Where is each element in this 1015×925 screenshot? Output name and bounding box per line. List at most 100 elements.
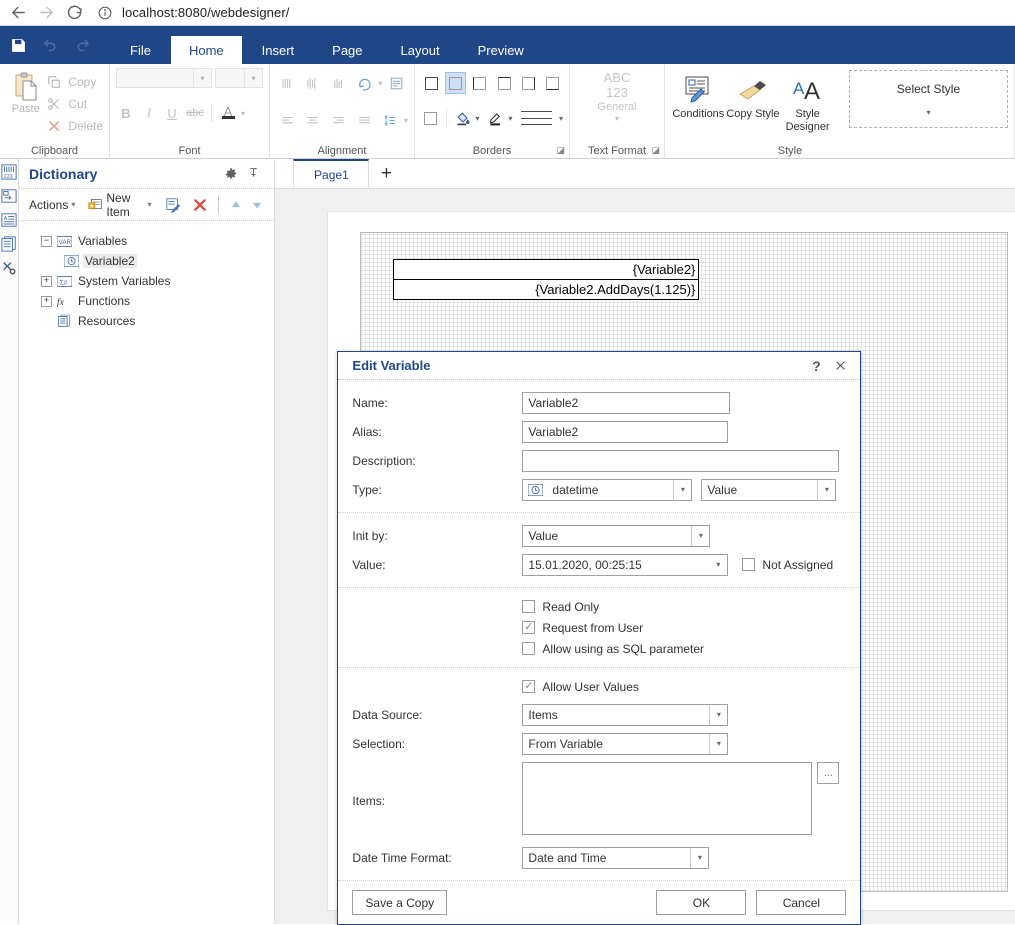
- border-color-button[interactable]: [486, 107, 505, 129]
- expander-expand-icon[interactable]: +: [41, 275, 52, 287]
- align-center-button[interactable]: [302, 109, 325, 131]
- select-style-gallery[interactable]: Select Style ▾: [848, 70, 1008, 128]
- expander-collapse-icon[interactable]: −: [41, 235, 52, 247]
- strikethrough-button[interactable]: abc: [185, 103, 205, 123]
- alias-input[interactable]: Variable2: [522, 420, 729, 443]
- font-color-button[interactable]: A: [218, 103, 238, 123]
- selection-select[interactable]: From Variable ▾: [522, 732, 729, 755]
- add-page-button[interactable]: +: [369, 159, 403, 188]
- style-designer-button[interactable]: AA Style Designer: [780, 70, 835, 133]
- ribbon-tab-layout[interactable]: Layout: [383, 36, 458, 64]
- text-rotation-button[interactable]: [353, 72, 376, 94]
- font-name-combo[interactable]: ▾: [116, 68, 212, 88]
- page-tab-page1[interactable]: Page1: [293, 159, 370, 188]
- chevron-down-icon[interactable]: ▾: [691, 525, 709, 546]
- question-mark-icon[interactable]: ?: [804, 354, 828, 378]
- underline-button[interactable]: U: [162, 103, 182, 123]
- delete-button[interactable]: Delete: [45, 117, 103, 135]
- tree-node-variable2[interactable]: Variable2: [41, 251, 274, 271]
- site-info-icon[interactable]: [96, 4, 114, 22]
- chevron-down-icon[interactable]: ▾: [559, 114, 563, 123]
- align-top-button[interactable]: [276, 72, 299, 94]
- edit-icon[interactable]: [165, 196, 181, 214]
- pin-icon[interactable]: [242, 163, 264, 185]
- request-from-user-checkbox[interactable]: ✓: [522, 621, 536, 634]
- chevron-down-icon[interactable]: ▾: [709, 733, 727, 754]
- border-style-button[interactable]: [520, 111, 552, 125]
- tree-node-resources[interactable]: Resources: [41, 311, 274, 331]
- ribbon-tab-insert[interactable]: Insert: [244, 36, 313, 64]
- ribbon-tab-page[interactable]: Page: [314, 36, 380, 64]
- border-all-button[interactable]: [421, 72, 442, 94]
- close-x-icon[interactable]: [828, 354, 852, 378]
- allow-sql-checkbox-row[interactable]: Allow using as SQL parameter: [522, 638, 846, 659]
- align-middle-button[interactable]: [302, 72, 325, 94]
- browser-forward-button[interactable]: [32, 1, 60, 25]
- cancel-button[interactable]: Cancel: [756, 890, 847, 915]
- align-bottom-button[interactable]: [327, 72, 350, 94]
- not-assigned-checkbox[interactable]: [742, 558, 756, 571]
- report-tree-icon[interactable]: [0, 187, 18, 205]
- gear-icon[interactable]: [220, 163, 242, 185]
- items-browse-button[interactable]: ...: [817, 762, 840, 784]
- chevron-down-icon[interactable]: ▾: [378, 79, 382, 88]
- actions-menu-button[interactable]: Actions ▾: [29, 198, 75, 212]
- data-source-select[interactable]: Items ▾: [522, 703, 729, 726]
- save-button[interactable]: [2, 26, 34, 64]
- chevron-down-icon[interactable]: ▾: [673, 479, 691, 500]
- properties-icon[interactable]: A: [0, 211, 18, 229]
- border-top-button[interactable]: [494, 72, 515, 94]
- ribbon-tab-file[interactable]: File: [112, 36, 169, 64]
- borders-dialog-launcher[interactable]: ◪: [556, 145, 565, 156]
- delete-x-icon[interactable]: [192, 196, 208, 214]
- allow-user-values-checkbox-row[interactable]: ✓ Allow User Values: [522, 676, 846, 697]
- allow-user-values-checkbox[interactable]: ✓: [522, 680, 536, 693]
- text-wrap-button[interactable]: [385, 72, 408, 94]
- chevron-down-icon[interactable]: ▾: [475, 114, 479, 123]
- name-input[interactable]: Variable2: [522, 391, 731, 414]
- border-left-button[interactable]: [469, 72, 490, 94]
- undo-button[interactable]: [34, 26, 66, 64]
- align-right-button[interactable]: [327, 109, 350, 131]
- cut-button[interactable]: Cut: [45, 95, 103, 113]
- chevron-down-icon[interactable]: ▾: [404, 116, 408, 125]
- value-datetime-picker[interactable]: 15.01.2020, 00:25:15 ▾: [522, 553, 729, 576]
- chevron-down-icon[interactable]: ▾: [709, 555, 727, 575]
- date-time-format-select[interactable]: Date and Time ▾: [522, 846, 710, 869]
- type-kind-select[interactable]: Value ▾: [701, 478, 837, 501]
- chevron-down-icon[interactable]: ▾: [817, 479, 835, 500]
- read-only-checkbox-row[interactable]: Read Only: [522, 596, 846, 617]
- move-down-icon[interactable]: [250, 196, 264, 214]
- description-input[interactable]: [522, 449, 840, 472]
- text-format-button[interactable]: ABC 123 General ▾: [576, 68, 658, 123]
- chevron-down-icon[interactable]: ▾: [241, 109, 245, 118]
- line-spacing-button[interactable]: [378, 109, 401, 131]
- move-up-icon[interactable]: [228, 196, 242, 214]
- type-select[interactable]: datetime ▾: [522, 478, 693, 501]
- conditions-button[interactable]: Conditions: [671, 70, 726, 121]
- new-item-button[interactable]: New Item ▾: [88, 191, 152, 219]
- chevron-down-icon[interactable]: ▾: [709, 704, 727, 725]
- read-only-checkbox[interactable]: [522, 600, 536, 613]
- redo-button[interactable]: [66, 26, 98, 64]
- allow-sql-checkbox[interactable]: [522, 642, 536, 655]
- browser-address-bar[interactable]: localhost:8080/webdesigner/: [96, 3, 1011, 23]
- chevron-down-icon[interactable]: ▾: [509, 114, 513, 123]
- chevron-down-icon[interactable]: ▾: [615, 114, 619, 123]
- tree-node-variables[interactable]: − VAR Variables: [41, 231, 274, 251]
- border-outline-button[interactable]: [421, 107, 440, 129]
- tools-icon[interactable]: [0, 259, 18, 277]
- ribbon-tab-home[interactable]: Home: [170, 36, 242, 64]
- chevron-down-icon[interactable]: ▾: [926, 108, 930, 117]
- report-text-component-2[interactable]: {Variable2.AddDays(1.125)}: [393, 279, 700, 300]
- align-left-button[interactable]: [276, 109, 299, 131]
- request-from-user-checkbox-row[interactable]: ✓ Request from User: [522, 617, 846, 638]
- chevron-down-icon[interactable]: ▾: [690, 847, 708, 868]
- tree-node-functions[interactable]: + fx Functions: [41, 291, 274, 311]
- border-right-button[interactable]: [518, 72, 539, 94]
- expander-expand-icon[interactable]: +: [41, 295, 52, 307]
- border-none-button[interactable]: [445, 72, 467, 94]
- init-by-select[interactable]: Value ▾: [522, 524, 711, 547]
- items-textarea[interactable]: [522, 762, 813, 835]
- italic-button[interactable]: I: [139, 103, 159, 123]
